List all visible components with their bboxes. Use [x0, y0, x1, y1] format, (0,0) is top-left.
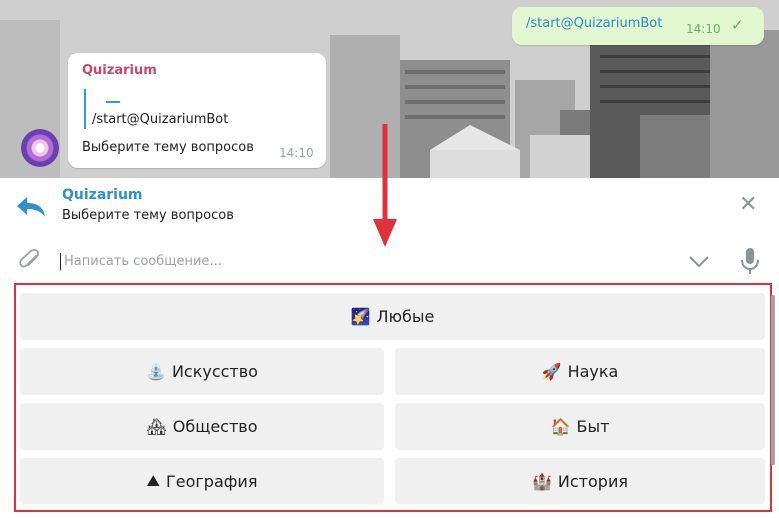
- quoted-text[interactable]: /start@QuizariumBot: [92, 112, 228, 127]
- incoming-message-time: 14:10: [279, 146, 314, 160]
- keyboard-button-art[interactable]: ⛲ Искусство: [20, 348, 384, 395]
- bot-avatar[interactable]: [21, 129, 59, 167]
- reply-sender-name: Quizarium: [62, 187, 143, 203]
- reply-message-text: Выберите тему вопросов: [62, 208, 234, 223]
- incoming-message[interactable]: Quizarium /start@QuizariumBot Выберите т…: [68, 53, 326, 168]
- text-cursor: [60, 253, 61, 270]
- keyboard-scrollbar[interactable]: [771, 295, 775, 465]
- house-icon: 🏠: [550, 417, 571, 436]
- castle-icon: 🏰: [532, 471, 552, 491]
- keyboard-button-label: История: [557, 471, 628, 491]
- incoming-message-text: Выберите тему вопросов: [82, 140, 254, 155]
- keyboard-button-label: География: [165, 471, 258, 491]
- outgoing-message-text[interactable]: /start@QuizariumBot: [526, 16, 662, 31]
- double-check-icon: ✓: [731, 16, 744, 34]
- chevron-down-icon[interactable]: [687, 251, 711, 271]
- keyboard-button-any[interactable]: 🌠 Любые: [20, 293, 765, 340]
- keyboard-button-household[interactable]: 🏠 Быт: [395, 403, 765, 450]
- reply-arrow-icon: [17, 197, 45, 217]
- close-reply-icon[interactable]: ✕: [739, 194, 757, 216]
- shooting-star-icon: 🌠: [350, 307, 371, 326]
- attach-icon[interactable]: [17, 248, 43, 274]
- houses-icon: 🏘: [146, 417, 167, 436]
- keyboard-button-label: Любые: [376, 307, 435, 326]
- keyboard-button-label: Искусство: [171, 362, 258, 381]
- message-input[interactable]: [64, 250, 664, 272]
- outgoing-message[interactable]: /start@QuizariumBot 14:10 ✓: [512, 7, 764, 45]
- keyboard-button-label: Общество: [172, 417, 258, 436]
- outgoing-message-time: 14:10: [686, 22, 721, 36]
- bot-keyboard: 🌠 Любые ⛲ Искусство 🚀 Наука 🏘 Общество 🏠…: [14, 283, 775, 512]
- rocket-icon: 🚀: [541, 362, 562, 381]
- keyboard-button-label: Быт: [576, 417, 610, 436]
- keyboard-button-geography[interactable]: ⛰ География: [20, 458, 384, 504]
- sender-name[interactable]: Quizarium: [82, 63, 157, 78]
- mountain-icon: ⛰: [146, 471, 160, 490]
- keyboard-button-history[interactable]: 🏰 История: [395, 458, 765, 504]
- keyboard-button-science[interactable]: 🚀 Наука: [395, 348, 765, 395]
- keyboard-button-label: Наука: [567, 362, 619, 381]
- keyboard-button-society[interactable]: 🏘 Общество: [20, 403, 384, 450]
- annotation-arrow-icon: [373, 124, 397, 247]
- fountain-icon: ⛲: [146, 362, 166, 381]
- microphone-icon[interactable]: [739, 247, 761, 275]
- quote-bar: [84, 89, 86, 129]
- quote-marker: [106, 101, 120, 103]
